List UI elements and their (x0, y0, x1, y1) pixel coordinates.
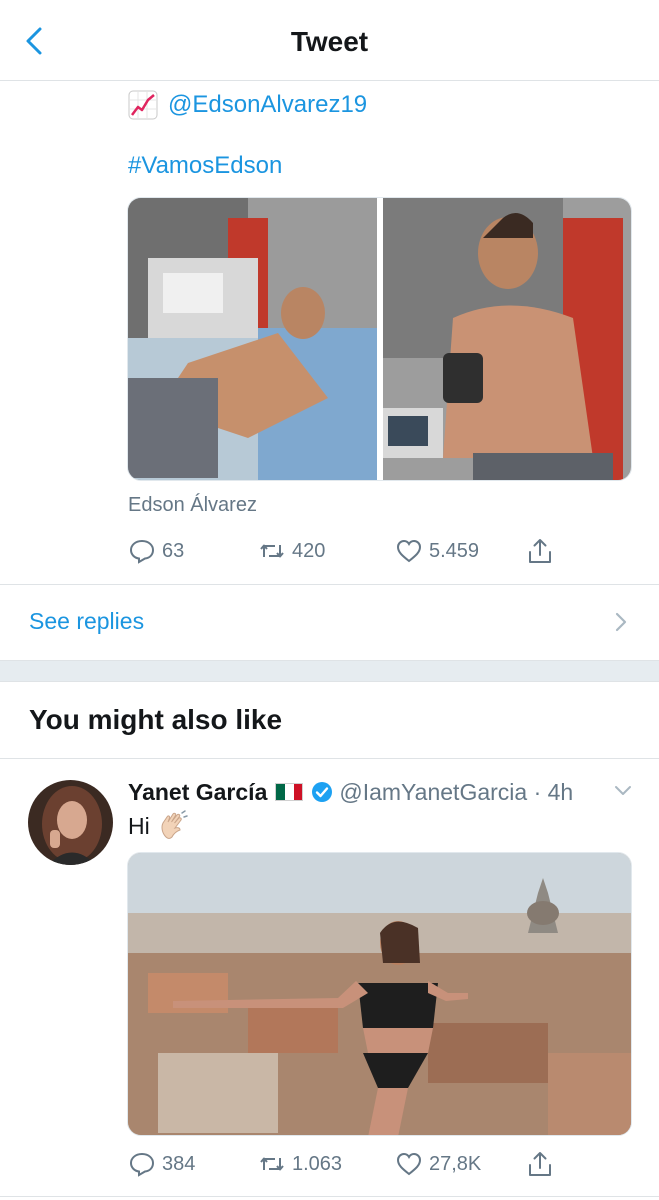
share-button[interactable] (526, 534, 554, 568)
like-button[interactable]: 27,8K (395, 1147, 481, 1181)
divider (0, 1196, 659, 1197)
retweet-count: 1.063 (292, 1152, 343, 1175)
reply-count: 63 (162, 539, 185, 562)
suggested-tweet-actions: 384 1.063 27,8K (0, 1147, 659, 1181)
tweet-text: Hi (128, 812, 150, 839)
suggested-tweet-text: Hi (128, 809, 190, 843)
photo-hospital-bed[interactable] (128, 198, 377, 480)
retweet-count: 420 (292, 539, 326, 562)
like-button[interactable]: 5.459 (395, 534, 479, 568)
media-author-credit: Edson Álvarez (128, 494, 257, 516)
share-button[interactable] (526, 1147, 554, 1181)
like-count: 5.459 (429, 539, 480, 562)
see-replies-row[interactable]: See replies (0, 585, 659, 659)
page-title: Tweet (290, 26, 369, 57)
section-separator (0, 660, 659, 682)
photo-blood-pressure[interactable] (382, 198, 631, 480)
handle-and-timestamp: @IamYanetGarcia · 4h (339, 778, 574, 805)
tweet-actions: 63 420 5.459 (0, 534, 659, 568)
mexico-flag-emoji-icon (275, 783, 304, 801)
display-name[interactable]: Yanet García (128, 779, 267, 806)
heart-icon (396, 539, 422, 563)
avatar-image (28, 780, 113, 865)
navigation-bar: Tweet (0, 0, 659, 81)
reply-icon (129, 539, 155, 564)
chevron-right-icon (615, 612, 627, 632)
heart-icon (396, 1152, 422, 1176)
mention-link[interactable]: @EdsonAlvarez19 (168, 91, 367, 119)
waving-hand-emoji-icon (161, 810, 188, 839)
reply-button[interactable]: 384 (128, 1147, 195, 1181)
share-icon (529, 1152, 551, 1176)
reply-button[interactable]: 63 (128, 534, 184, 568)
retweet-icon (260, 544, 284, 558)
avatar[interactable] (28, 780, 113, 865)
tweet-media-grid[interactable] (127, 197, 632, 481)
share-icon (529, 539, 551, 563)
chevron-down-icon[interactable] (613, 784, 633, 798)
retweet-button[interactable]: 420 (258, 534, 325, 568)
divider (0, 758, 659, 759)
chart-increasing-emoji-icon (128, 90, 158, 120)
photo-hospital-bed-image (128, 198, 377, 480)
suggested-tweet-header: Yanet García @IamYanetGarcia · 4h (128, 776, 573, 808)
rooftop-photo-image (128, 853, 631, 1135)
section-title: You might also like (29, 704, 283, 735)
reply-icon (129, 1152, 155, 1177)
hashtag-link[interactable]: #VamosEdson (128, 152, 282, 180)
mention-line: @EdsonAlvarez19 (128, 88, 367, 122)
retweet-icon (260, 1157, 284, 1171)
retweet-button[interactable]: 1.063 (258, 1147, 342, 1181)
verified-badge-icon (312, 782, 333, 802)
reply-count: 384 (162, 1152, 196, 1175)
suggested-tweet-photo[interactable] (127, 852, 632, 1136)
see-replies-label: See replies (29, 608, 145, 634)
like-count: 27,8K (429, 1152, 482, 1175)
photo-blood-pressure-image (382, 198, 631, 480)
